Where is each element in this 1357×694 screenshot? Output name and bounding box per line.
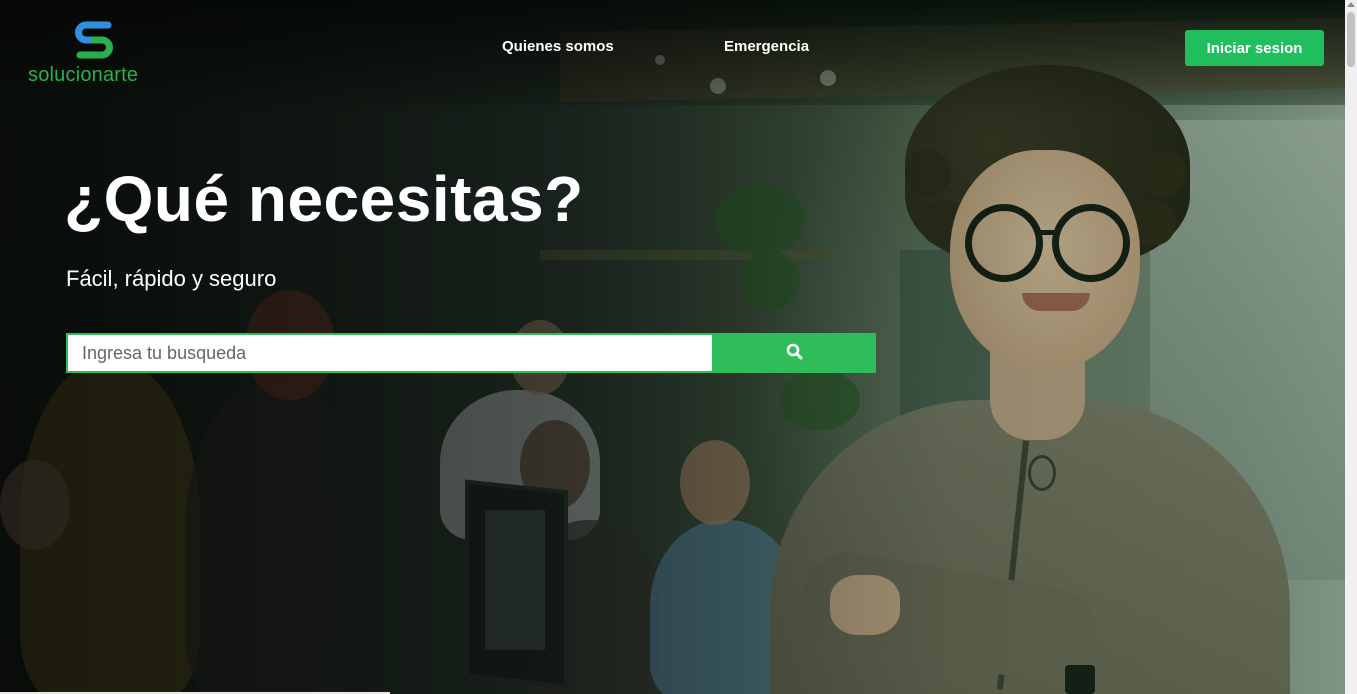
vertical-scrollbar[interactable] (1345, 0, 1357, 694)
hero-title: ¿Qué necesitas? (64, 163, 584, 235)
login-button[interactable]: Iniciar sesion (1185, 30, 1324, 66)
brand-logo-link[interactable]: solucionarte (28, 18, 168, 90)
s-monogram-icon (72, 18, 116, 62)
scrollbar-thumb[interactable] (1347, 12, 1355, 67)
hero-subtitle: Fácil, rápido y seguro (66, 266, 277, 291)
search-button[interactable] (712, 333, 876, 373)
navbar: solucionarte Quienes somos Emergencia In… (0, 0, 1345, 100)
nav-link-quienes-somos[interactable]: Quienes somos (502, 38, 614, 55)
search-icon (786, 343, 803, 363)
search-form (66, 333, 876, 373)
brand-name: solucionarte (28, 64, 139, 86)
scroll-up-arrow-icon[interactable] (1347, 2, 1355, 7)
nav-link-emergencia[interactable]: Emergencia (724, 38, 809, 55)
search-input[interactable] (66, 333, 712, 373)
